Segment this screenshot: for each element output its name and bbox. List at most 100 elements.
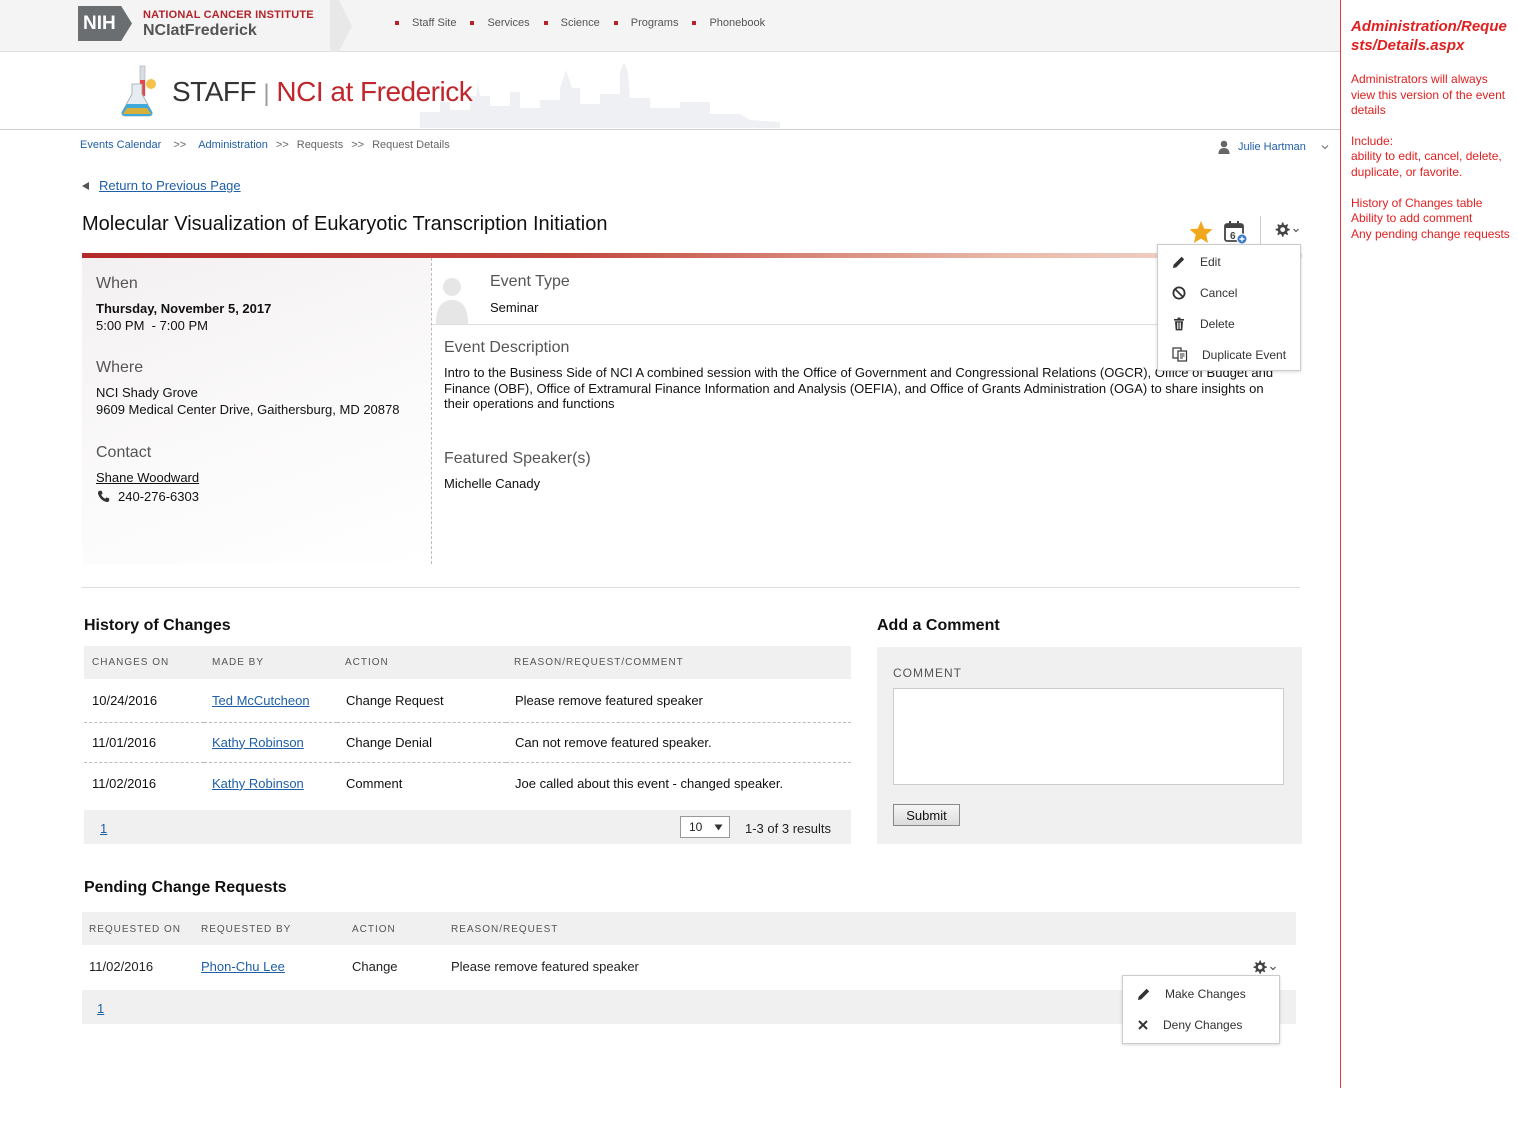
nav-label: Programs bbox=[630, 17, 679, 29]
breadcrumb-request-details: Request Details bbox=[372, 139, 450, 151]
col-action: ACTION bbox=[345, 657, 389, 668]
breadcrumb: Events Calendar >> Administration >> Req… bbox=[80, 139, 450, 151]
nav-bullet bbox=[395, 21, 399, 25]
comment-textarea[interactable] bbox=[893, 688, 1284, 785]
menu-item-make-changes[interactable]: Make Changes bbox=[1123, 978, 1279, 1009]
breadcrumb-administration[interactable]: Administration bbox=[198, 139, 268, 151]
nav-item-programs[interactable]: Programs bbox=[613, 17, 679, 29]
event-type-heading: Event Type bbox=[490, 273, 570, 290]
menu-item-label: Make Changes bbox=[1165, 986, 1246, 1001]
pending-user-link[interactable]: Phon-Chu Lee bbox=[201, 959, 285, 974]
logo-institute-name: NATIONAL CANCER INSTITUTE bbox=[143, 9, 314, 21]
nav-bullet bbox=[543, 21, 548, 25]
contact-phone: 240-276-6303 bbox=[97, 488, 199, 505]
pencil-icon bbox=[1138, 988, 1150, 1000]
menu-item-edit[interactable]: Edit bbox=[1158, 246, 1300, 277]
menu-item-label: Deny Changes bbox=[1163, 1017, 1243, 1032]
logo-site-name: NCIatFrederick bbox=[143, 22, 257, 39]
history-action: Comment bbox=[346, 775, 403, 791]
add-to-calendar-icon[interactable]: 6 bbox=[1223, 220, 1249, 246]
per-page-value: 10 bbox=[689, 820, 703, 834]
event-actions-menu: Edit Cancel Delete Duplicate Event bbox=[1157, 244, 1301, 371]
history-date: 11/02/2016 bbox=[92, 775, 157, 791]
user-name: Julie Hartman bbox=[1238, 141, 1306, 153]
col-reason-request: REASON/REQUEST bbox=[451, 924, 559, 935]
nav-bullet bbox=[613, 21, 618, 25]
contact-name-link[interactable]: Shane Woodward bbox=[96, 469, 199, 486]
history-title: History of Changes bbox=[84, 617, 231, 634]
annotation-note: Administrators will always view this ver… bbox=[1351, 72, 1506, 118]
col-requested-on: REQUESTED ON bbox=[89, 924, 182, 935]
nih-logo[interactable]: NIH bbox=[78, 6, 132, 41]
nav-bullet bbox=[692, 21, 697, 25]
event-type-value: Seminar bbox=[490, 300, 539, 315]
col-reason: REASON/REQUEST/COMMENT bbox=[514, 657, 684, 668]
table-row: 11/01/2016 Kathy Robinson Change Denial … bbox=[84, 722, 851, 762]
breadcrumb-separator: >> bbox=[173, 139, 187, 151]
breadcrumb-separator: >> bbox=[275, 139, 289, 151]
history-table-header: CHANGES ON MADE BY ACTION REASON/REQUEST… bbox=[84, 646, 851, 679]
submit-comment-button[interactable]: Submit bbox=[893, 804, 960, 826]
location-name: NCI Shady Grove bbox=[96, 385, 198, 400]
caret-down-icon bbox=[714, 824, 723, 830]
event-description-heading: Event Description bbox=[444, 339, 570, 356]
favorite-star-icon[interactable] bbox=[1188, 220, 1214, 244]
history-date: 10/24/2016 bbox=[92, 692, 158, 708]
ban-icon bbox=[1172, 286, 1186, 299]
history-reason: Can not remove featured speaker. bbox=[515, 734, 712, 750]
history-user-link[interactable]: Kathy Robinson bbox=[212, 735, 304, 750]
pending-title: Pending Change Requests bbox=[84, 879, 287, 896]
chevron-down-icon bbox=[1270, 966, 1276, 970]
history-action: Change Request bbox=[346, 692, 444, 708]
history-user-link[interactable]: Kathy Robinson bbox=[212, 776, 304, 791]
pending-row-actions-button[interactable] bbox=[1252, 960, 1277, 975]
history-user-link[interactable]: Ted McCutcheon bbox=[212, 693, 310, 708]
event-type-strip bbox=[432, 258, 1157, 325]
nav-item-science[interactable]: Science bbox=[543, 17, 600, 29]
top-nav: Staff Site Services Science Programs Pho… bbox=[395, 17, 779, 29]
back-link[interactable]: Return to Previous Page bbox=[82, 178, 241, 193]
back-link-label: Return to Previous Page bbox=[99, 178, 241, 193]
menu-item-delete[interactable]: Delete bbox=[1158, 308, 1300, 339]
x-icon bbox=[1138, 1019, 1148, 1030]
nav-item-staff-site[interactable]: Staff Site bbox=[395, 17, 456, 29]
nih-logo-text: NIH bbox=[83, 12, 116, 34]
nav-item-phonebook[interactable]: Phonebook bbox=[692, 17, 765, 29]
event-description-text: Intro to the Business Side of NCI A comb… bbox=[444, 365, 1274, 411]
breadcrumb-requests[interactable]: Requests bbox=[297, 139, 343, 151]
menu-item-label: Edit bbox=[1200, 254, 1221, 269]
chevron-down-icon bbox=[1321, 145, 1329, 150]
annotation-note: Include: ability to edit, cancel, delete… bbox=[1351, 133, 1502, 179]
per-page-select[interactable]: 10 bbox=[680, 816, 730, 838]
flask-logo-icon bbox=[121, 65, 156, 117]
breadcrumb-events-calendar[interactable]: Events Calendar bbox=[80, 139, 161, 151]
pending-actions-menu: Make Changes Deny Changes bbox=[1122, 975, 1280, 1044]
annotation-note: History of Changes table Ability to add … bbox=[1351, 195, 1510, 241]
user-menu[interactable]: Julie Hartman bbox=[1218, 140, 1330, 154]
user-icon bbox=[1218, 140, 1230, 154]
banner-site-text: NCI at Frederick bbox=[276, 76, 473, 107]
banner-separator: | bbox=[263, 80, 270, 107]
menu-item-duplicate-event[interactable]: Duplicate Event bbox=[1158, 339, 1300, 370]
nav-item-services[interactable]: Services bbox=[470, 17, 530, 29]
event-date: Thursday, November 5, 2017 bbox=[96, 301, 272, 316]
table-row: 10/24/2016 Ted McCutcheon Change Request… bbox=[84, 679, 851, 722]
col-changes-on: CHANGES ON bbox=[92, 657, 170, 668]
annotation-title: Administration/Requests/Details.aspx bbox=[1351, 18, 1507, 54]
featured-speakers-value: Michelle Canady bbox=[444, 476, 541, 491]
menu-item-deny-changes[interactable]: Deny Changes bbox=[1123, 1009, 1279, 1040]
event-actions-menu-button[interactable] bbox=[1274, 222, 1300, 238]
annotation-notes: Administration/Requests/Details.aspx Adm… bbox=[1351, 17, 1511, 257]
pending-action: Change bbox=[352, 959, 398, 974]
event-title: Molecular Visualization of Eukaryotic Tr… bbox=[82, 213, 608, 235]
menu-item-cancel[interactable]: Cancel bbox=[1158, 277, 1300, 308]
pending-page-1-link[interactable]: 1 bbox=[97, 1001, 104, 1016]
comment-title: Add a Comment bbox=[877, 617, 1000, 634]
contact-heading: Contact bbox=[96, 444, 152, 461]
skyline-decoration bbox=[420, 62, 780, 128]
history-pagination bbox=[84, 810, 851, 844]
history-page-1-link[interactable]: 1 bbox=[100, 821, 107, 836]
annotation-divider bbox=[1340, 0, 1341, 1088]
gear-icon bbox=[1275, 222, 1290, 237]
history-date: 11/01/2016 bbox=[92, 734, 157, 750]
